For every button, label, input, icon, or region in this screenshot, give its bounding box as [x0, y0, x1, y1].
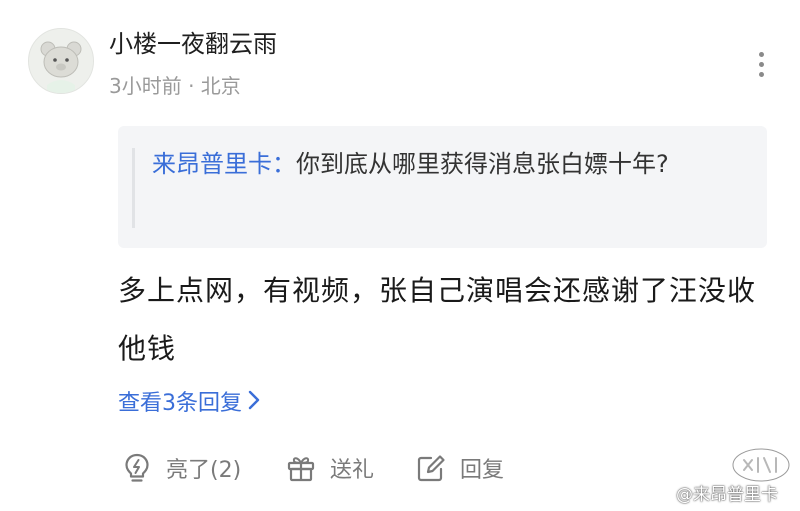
quote-author[interactable]: 来昂普里卡：: [152, 150, 296, 178]
quote-bar: [132, 148, 135, 228]
view-replies-label: 查看3条回复: [118, 391, 242, 416]
edit-icon: [414, 451, 448, 485]
bear-avatar-icon: [29, 29, 93, 93]
comment-page: 小楼一夜翻云雨 3小时前 · 北京 来昂普里卡：你到底从哪里获得消息张白嫖十年?…: [0, 0, 800, 511]
chevron-right-icon: [248, 386, 260, 422]
like-count-label: 亮了(2): [166, 458, 242, 483]
weibo-watermark-logo: [730, 444, 792, 484]
gift-button[interactable]: 送礼: [284, 448, 374, 488]
reply-button[interactable]: 回复: [414, 448, 504, 488]
quote-content: 来昂普里卡：你到底从哪里获得消息张白嫖十年?: [152, 142, 752, 186]
comment-body: 多上点网，有视频，张自己演唱会还感谢了汪没收他钱: [118, 274, 757, 365]
comment-meta: 3小时前 · 北京: [109, 74, 241, 98]
user-avatar[interactable]: [28, 28, 94, 94]
gift-icon: [284, 451, 318, 485]
more-vertical-icon: [759, 72, 764, 77]
quote-text: 你到底从哪里获得消息张白嫖十年?: [296, 150, 669, 178]
reply-label: 回复: [460, 458, 505, 483]
like-button[interactable]: 亮了(2): [120, 448, 241, 488]
quoted-reply[interactable]: 来昂普里卡：你到底从哪里获得消息张白嫖十年?: [118, 126, 767, 248]
more-options-button[interactable]: [748, 44, 776, 84]
more-vertical-icon: [759, 62, 764, 67]
username[interactable]: 小楼一夜翻云雨: [109, 24, 277, 64]
more-vertical-icon: [759, 52, 764, 57]
view-replies-link[interactable]: 查看3条回复: [118, 386, 260, 422]
gift-label: 送礼: [330, 458, 375, 483]
lightbulb-icon: [120, 451, 154, 485]
watermark-text: @来昂普里卡: [676, 485, 778, 505]
